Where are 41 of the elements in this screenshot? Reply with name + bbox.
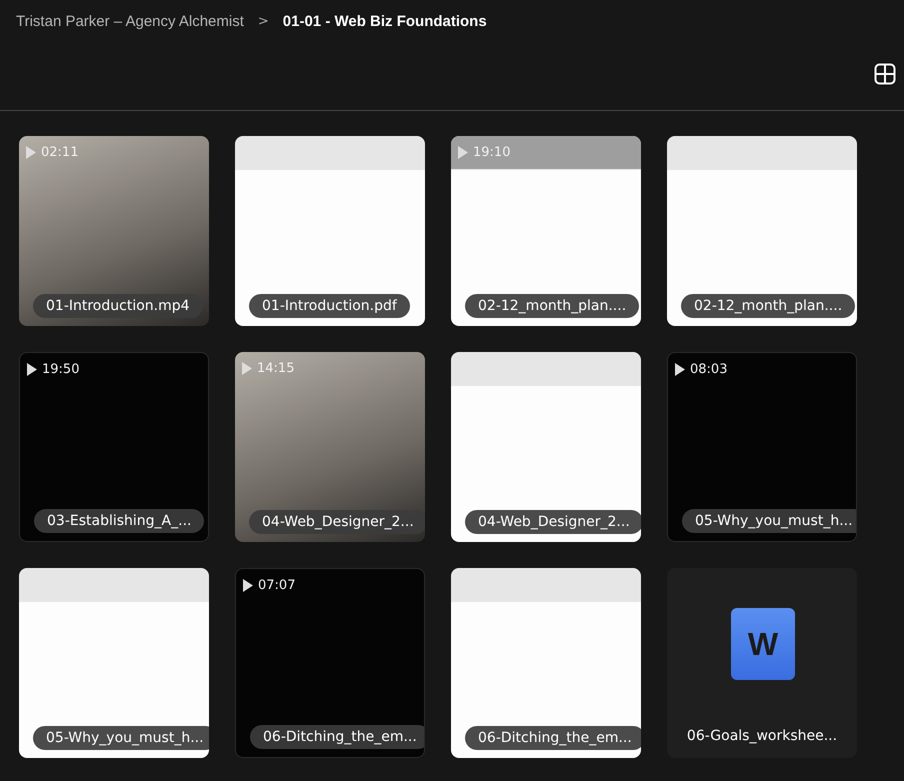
document-icon: W	[731, 608, 795, 680]
file-card[interactable]: 19:50 03-Establishing_A_...	[19, 352, 209, 542]
video-duration: 07:07	[258, 578, 296, 593]
file-name: 02-12_month_plan....	[465, 294, 640, 318]
file-card[interactable]: 04-Web_Designer_2...	[451, 352, 641, 542]
video-duration: 19:50	[42, 362, 80, 377]
play-icon	[242, 362, 252, 375]
video-duration: 02:11	[41, 145, 78, 160]
file-card[interactable]: 06-Ditching_the_em...	[451, 568, 641, 758]
play-icon	[458, 146, 468, 159]
video-duration: 19:10	[473, 145, 510, 160]
file-name: 04-Web_Designer_2...	[249, 510, 425, 534]
file-name: 01-Introduction.mp4	[33, 294, 203, 318]
breadcrumb-current: 01-01 - Web Biz Foundations	[282, 12, 487, 30]
file-name: 02-12_month_plan....	[681, 294, 856, 318]
file-card[interactable]: 08:03 05-Why_you_must_h...	[667, 352, 857, 542]
play-icon	[26, 146, 36, 159]
file-card[interactable]: 14:15 04-Web_Designer_2...	[235, 352, 425, 542]
file-name: 05-Why_you_must_h...	[682, 509, 856, 533]
breadcrumb-link[interactable]: Tristan Parker – Agency Alchemist	[16, 12, 244, 30]
file-name: 05-Why_you_must_h...	[33, 726, 209, 750]
file-card[interactable]: 07:07 06-Ditching_the_em...	[235, 568, 425, 758]
video-duration: 08:03	[690, 362, 728, 377]
play-icon	[675, 363, 685, 376]
file-name: 04-Web_Designer_2...	[465, 510, 641, 534]
file-card[interactable]: W 06-Goals_workshee...	[667, 568, 857, 758]
file-name: 03-Establishing_A_...	[34, 509, 204, 533]
file-card[interactable]: 01-Introduction.pdf	[235, 136, 425, 326]
video-duration: 14:15	[257, 361, 294, 376]
file-card[interactable]: 19:10 02-12_month_plan....	[451, 136, 641, 326]
file-card[interactable]: 02-12_month_plan....	[667, 136, 857, 326]
breadcrumb-separator: >	[256, 14, 270, 28]
file-name: 06-Ditching_the_em...	[250, 725, 424, 749]
file-card[interactable]: 05-Why_you_must_h...	[19, 568, 209, 758]
file-name: 06-Goals_workshee...	[686, 727, 838, 746]
file-card[interactable]: 02:11 01-Introduction.mp4	[19, 136, 209, 326]
file-name: 06-Ditching_the_em...	[465, 726, 641, 750]
grid-view-icon[interactable]	[874, 63, 896, 85]
play-icon	[27, 363, 37, 376]
file-name: 01-Introduction.pdf	[249, 294, 410, 318]
play-icon	[243, 579, 253, 592]
